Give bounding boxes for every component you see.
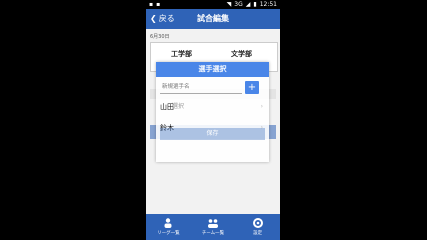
battery-icon: ▮ (253, 1, 257, 8)
nav-league-list[interactable]: リーグ一覧 (146, 214, 191, 240)
nav-label: チーム一覧 (201, 231, 225, 236)
notification-icon: ▪ (149, 1, 154, 8)
status-bar: ▪ ▪ ◥ 3G ◢ ▮ 12:51 (146, 0, 280, 9)
network-label: 3G (234, 1, 243, 8)
background-select-text: 選択 (172, 103, 185, 110)
player-item[interactable]: 山田 選択 › (160, 100, 265, 114)
page-title: 試合編集 (197, 14, 229, 23)
nav-settings[interactable]: 設定 (235, 214, 280, 240)
add-player-button[interactable]: + (245, 81, 259, 94)
bottom-navigation: リーグ一覧 チーム一覧 設定 (146, 214, 280, 240)
notification-icon: ▪ (156, 1, 161, 8)
match-date: 6月30日 (150, 34, 170, 40)
people-icon (164, 218, 172, 228)
nav-label: 設定 (253, 231, 263, 236)
gear-icon (252, 218, 263, 228)
team-icon (208, 219, 218, 228)
dialog-title: 選手選択 (156, 62, 269, 77)
nav-label: リーグ一覧 (157, 231, 180, 236)
app-bar: ❮ 戻る 試合編集 (146, 9, 280, 29)
new-player-input[interactable] (160, 82, 242, 94)
wifi-icon: ◥ (226, 1, 232, 8)
status-time: 12:51 (259, 1, 277, 8)
player-select-dialog: 選手選択 + 山田 選択 › 鈴木 › 保存 (156, 62, 269, 162)
signal-icon: ◢ (245, 1, 251, 8)
team-right: 文学部 (231, 50, 252, 58)
nav-team-list[interactable]: チーム一覧 (191, 214, 236, 240)
background-save-button: 保存 (160, 128, 265, 140)
team-left: 工学部 (171, 50, 192, 58)
chevron-right-icon: › (260, 103, 263, 110)
